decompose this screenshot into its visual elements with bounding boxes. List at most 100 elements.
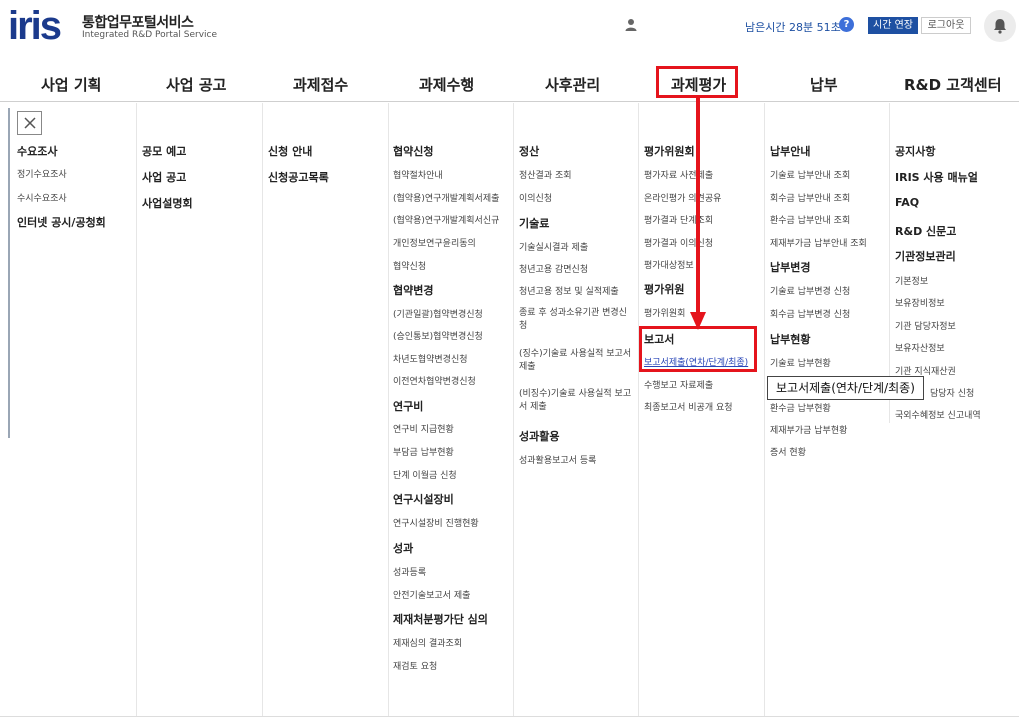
menu-item[interactable]: 보유장비정보 [895,296,945,309]
menu-heading-research-fund[interactable]: 연구비 [393,398,423,414]
menu-item[interactable]: 이의신청 [519,191,552,204]
menu-heading-faq[interactable]: FAQ [895,196,919,209]
iris-logo[interactable]: iris [8,6,62,46]
notification-button[interactable] [984,10,1016,42]
menu-item[interactable]: 평가대상정보 [644,258,694,271]
menu-item[interactable]: 기술실시결과 제출 [519,240,588,253]
extend-time-button[interactable]: 시간 연장 [868,17,918,34]
menu-item[interactable]: 온라인평가 의견공유 [644,191,721,204]
menu-item[interactable]: 기술료 납부현황 [770,356,831,369]
report-highlight-box [639,326,757,372]
menu-item[interactable]: 차년도협약변경신청 [393,352,468,365]
menu-heading-payment-change[interactable]: 납부변경 [770,259,810,275]
menu-item[interactable]: 개인정보연구윤리동의 [393,236,476,249]
menu-heading-achievement-use[interactable]: 성과활용 [519,428,559,444]
menu-item[interactable]: 성과활용보고서 등록 [519,453,596,466]
menu-item-regular-survey[interactable]: 정기수요조사 [17,167,67,180]
menu-heading-payment-status[interactable]: 납부현황 [770,331,810,347]
menu-heading-agreement-request[interactable]: 협약신청 [393,143,433,159]
menu-heading-payment-guide[interactable]: 납부안내 [770,143,810,159]
menu-heading-achievement[interactable]: 성과 [393,540,413,556]
menu-item[interactable]: 수행보고 자료제출 [644,378,713,391]
help-icon[interactable]: ? [839,17,854,32]
menu-item[interactable]: (협약용)연구개발계획서신규 [393,213,499,226]
nav-project-execution[interactable]: 과제수행 [419,74,474,95]
menu-item[interactable]: 종료 후 성과소유기관 변경신청 [519,307,634,333]
menu-item[interactable]: 기술료 납부변경 신청 [770,284,850,297]
menu-item[interactable]: 부담금 납부현황 [393,445,454,458]
menu-heading-evaluator[interactable]: 평가위원 [644,281,684,297]
menu-heading-demand-survey[interactable]: 수요조사 [17,143,57,159]
menu-item[interactable]: 청년고용 감면신청 [519,262,588,275]
portal-subtitle: Integrated R&D Portal Service [82,30,218,40]
menu-item[interactable]: 기관 담당자정보 [895,319,956,332]
menu-item[interactable]: 최종보고서 비공개 요청 [644,400,733,413]
menu-item[interactable]: 환수금 납부현황 [770,401,831,414]
menu-heading-agreement-change[interactable]: 협약변경 [393,282,433,298]
menu-heading-rnd-shinmungo[interactable]: R&D 신문고 [895,223,956,239]
menu-heading-sanction-review[interactable]: 제재처분평가단 심의 [393,611,488,627]
menu-heading-internet-disclosure[interactable]: 인터넷 공시/공청회 [17,214,106,230]
menu-item[interactable]: 증서 현황 [770,445,806,458]
menu-item[interactable]: 제재심의 결과조회 [393,636,462,649]
menu-item[interactable]: 제재부가금 납부현황 [770,423,847,436]
menu-item[interactable]: 재검토 요청 [393,659,437,672]
menu-item[interactable]: 국외수혜정보 신고내역 [895,408,981,421]
column-divider [136,103,137,717]
menu-heading-public-notice-preview[interactable]: 공모 예고 [142,143,186,159]
menu-item[interactable]: 협약절차안내 [393,168,443,181]
menu-heading-business-briefing[interactable]: 사업설명회 [142,195,193,211]
menu-item[interactable]: 청년고용 정보 및 실적제출 [519,284,619,297]
nav-post-management[interactable]: 사후관리 [545,74,600,95]
nav-business-planning[interactable]: 사업 기획 [41,74,101,95]
menu-heading-research-equipment[interactable]: 연구시설장비 [393,491,454,507]
menu-left-border [8,108,10,438]
nav-payment[interactable]: 납부 [810,74,838,95]
menu-item[interactable]: 회수금 납부변경 신청 [770,307,850,320]
menu-item[interactable]: 성과등록 [393,565,426,578]
menu-heading-manual[interactable]: IRIS 사용 매뉴얼 [895,169,978,185]
menu-heading-application-guide[interactable]: 신청 안내 [268,143,312,159]
menu-heading-business-notice[interactable]: 사업 공고 [142,169,186,185]
menu-item[interactable]: 보유자산정보 [895,341,945,354]
menu-heading-royalty[interactable]: 기술료 [519,215,549,231]
menu-item[interactable]: 이전연차협약변경신청 [393,374,476,387]
bottom-divider [0,716,1019,717]
menu-item[interactable]: 단계 이월금 신청 [393,468,457,481]
menu-heading-settlement[interactable]: 정산 [519,143,539,159]
menu-item[interactable]: 안전기술보고서 제출 [393,588,470,601]
main-nav: 사업 기획 사업 공고 과제접수 과제수행 사후관리 과제평가 납부 R&D 고… [0,62,1019,102]
menu-heading-institution-info[interactable]: 기관정보관리 [895,248,956,264]
close-menu-button[interactable] [17,111,42,135]
column-divider [388,103,389,717]
user-icon[interactable] [624,18,638,32]
nav-business-notice[interactable]: 사업 공고 [166,74,226,95]
portal-title: 통합업무포털서비스 [82,15,194,31]
menu-item[interactable]: 기술료 납부안내 조회 [770,168,850,181]
menu-item[interactable]: (기관일괄)협약변경신청 [393,307,483,320]
nav-project-application[interactable]: 과제접수 [293,74,348,95]
menu-heading-application-list[interactable]: 신청공고목록 [268,169,329,185]
nav-customer-center[interactable]: R&D 고객센터 [904,74,1002,95]
menu-item[interactable]: 회수금 납부안내 조회 [770,191,850,204]
menu-item[interactable]: (승인통보)협약변경신청 [393,329,483,342]
menu-heading-notice[interactable]: 공지사항 [895,143,935,159]
menu-item[interactable]: 평가위원회 [644,306,685,319]
menu-item[interactable]: 협약신청 [393,259,426,272]
menu-item[interactable]: 연구비 지급현황 [393,422,454,435]
menu-item[interactable]: (징수)기술료 사용실적 보고서 제출 [519,348,634,374]
menu-item[interactable]: 환수금 납부안내 조회 [770,213,850,226]
menu-item[interactable]: 정산결과 조회 [519,168,572,181]
menu-item[interactable]: 제재부가금 납부안내 조회 [770,236,867,249]
column-divider [638,103,639,717]
menu-item-adhoc-survey[interactable]: 수시수요조사 [17,191,67,204]
menu-item[interactable]: 기본정보 [895,274,928,287]
nav-highlight-box [656,66,738,98]
menu-item[interactable]: (협약용)연구개발계획서제출 [393,191,499,204]
close-icon [24,117,36,129]
menu-item[interactable]: 담당자 신청 [930,386,974,399]
menu-heading-evaluation-committee[interactable]: 평가위원회 [644,143,695,159]
menu-item[interactable]: 연구시설장비 진행현황 [393,516,479,529]
menu-item[interactable]: (비징수)기술료 사용실적 보고서 제출 [519,388,634,414]
logout-button[interactable]: 로그아웃 [921,17,971,34]
